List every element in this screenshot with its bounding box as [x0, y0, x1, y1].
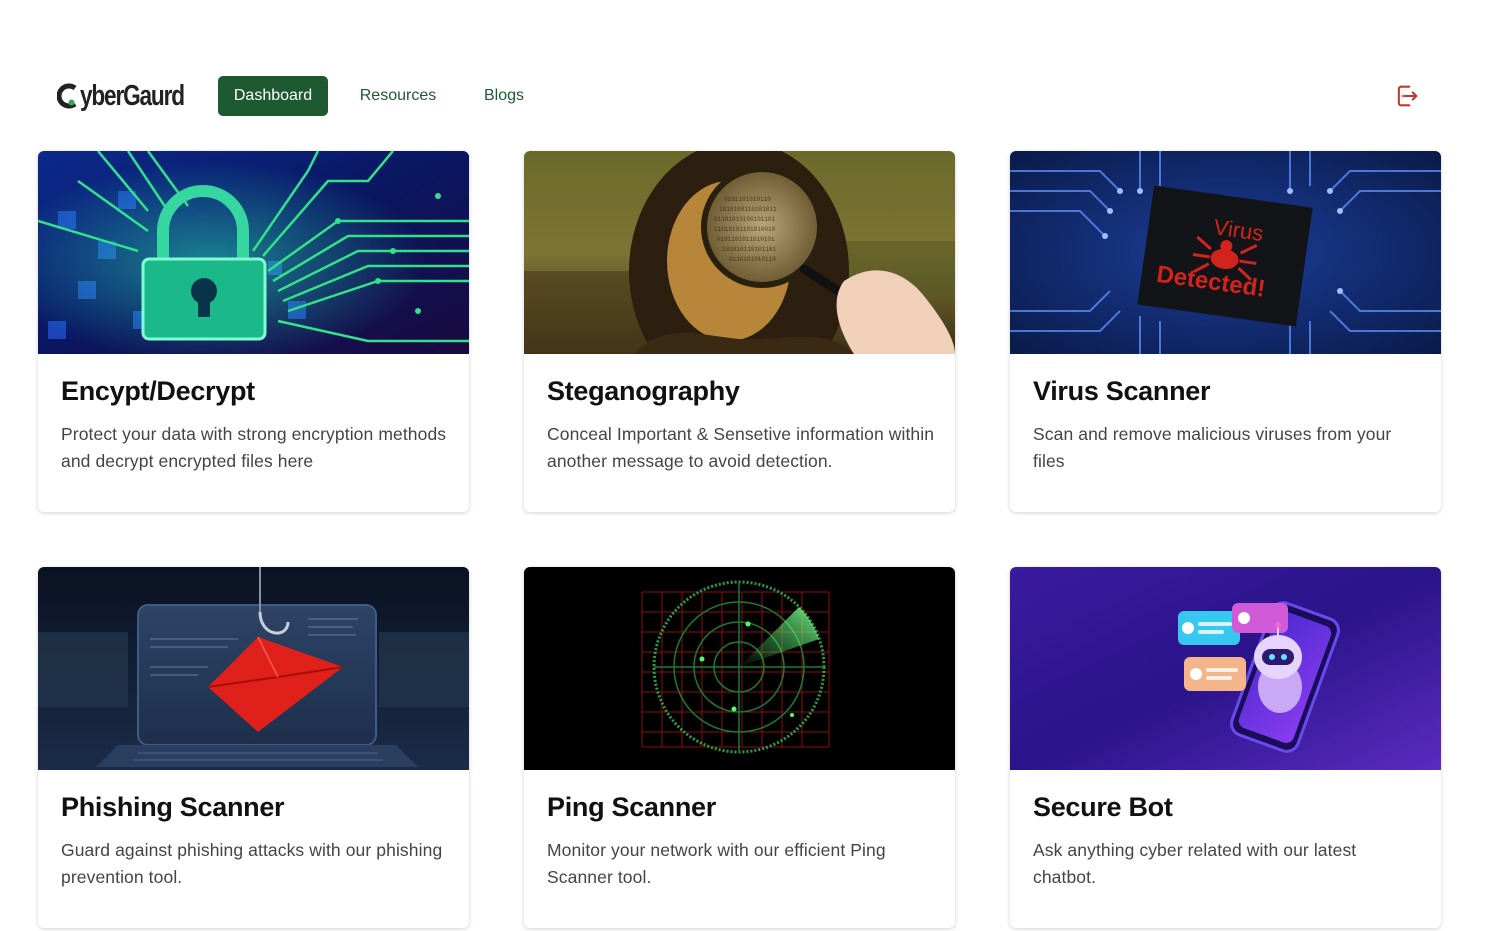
nav-resources-link[interactable]: Resources	[352, 76, 444, 116]
card-secure-bot[interactable]: Secure Bot Ask anything cyber related wi…	[1010, 567, 1441, 928]
card-title: Phishing Scanner	[61, 792, 285, 822]
card-description: Scan and remove malicious viruses from y…	[1033, 424, 1392, 471]
mona-lisa-magnifier-image: 0101101010110 1010100110101011 0110101010…	[524, 151, 955, 354]
card-description: Conceal Important & Sensetive informatio…	[547, 424, 935, 471]
card-description: Ask anything cyber related with our late…	[1033, 840, 1357, 887]
logout-icon[interactable]	[1393, 82, 1421, 110]
svg-text:01101010100101101: 01101010100101101	[714, 216, 776, 223]
card-ping-scanner[interactable]: Ping Scanner Monitor your network with o…	[524, 567, 955, 928]
card-description: Protect your data with strong encryption…	[61, 424, 447, 471]
svg-text:0110101010110: 0110101010110	[729, 256, 776, 263]
card-description: Guard against phishing attacks with our …	[61, 840, 443, 887]
nav-blogs-link[interactable]: Blogs	[476, 76, 532, 116]
svg-text:0101101011010101: 0101101011010101	[717, 236, 775, 243]
card-encrypt-decrypt[interactable]: Encypt/Decrypt Protect your data with st…	[38, 151, 469, 512]
card-steganography[interactable]: 0101101010110 1010100110101011 0110101010…	[524, 151, 955, 512]
logo-c-icon	[57, 81, 79, 111]
virus-detected-circuit-image: Virus Detected!	[1010, 151, 1441, 354]
card-title: Steganography	[547, 376, 740, 406]
card-title: Virus Scanner	[1033, 376, 1211, 406]
svg-text:0101101010110: 0101101010110	[724, 196, 771, 203]
card-title: Secure Bot	[1033, 792, 1173, 822]
card-title: Ping Scanner	[547, 792, 716, 822]
radar-screen-image	[524, 567, 955, 770]
card-description: Monitor your network with our efficient …	[547, 840, 886, 887]
card-phishing-scanner[interactable]: Phishing Scanner Guard against phishing …	[38, 567, 469, 928]
card-virus-scanner[interactable]: Virus Detected! Virus Scanner Scan and r…	[1010, 151, 1441, 512]
brand-logo[interactable]: yberGaurd	[57, 76, 213, 116]
nav-dashboard-button[interactable]: Dashboard	[218, 76, 328, 116]
padlock-circuit-image	[38, 151, 469, 354]
robot-phone-chat-image	[1010, 567, 1441, 770]
svg-text:1010100110101011: 1010100110101011	[719, 206, 777, 213]
svg-text:11010101101010010: 11010101101010010	[714, 226, 776, 233]
top-navbar: yberGaurd Dashboard Resources Blogs	[0, 0, 1505, 140]
card-title: Encypt/Decrypt	[61, 376, 255, 406]
logo-text: yberGaurd	[80, 79, 185, 112]
phishing-hook-envelope-image	[38, 567, 469, 770]
svg-text:101010110101101: 101010110101101	[722, 246, 776, 253]
